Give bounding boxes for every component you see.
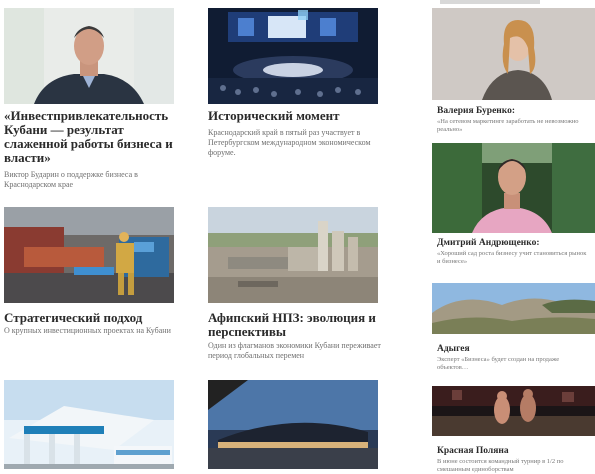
sidebar-title-1[interactable]: Валерия Буренко: bbox=[437, 106, 592, 117]
refinery-image bbox=[208, 207, 378, 303]
article-image-3[interactable] bbox=[4, 207, 174, 303]
article-title-3[interactable]: Стратегический подход bbox=[4, 311, 184, 325]
sidebar-image-4[interactable] bbox=[432, 386, 595, 436]
portrait-woman-image bbox=[432, 8, 595, 100]
conference-hall-image bbox=[208, 8, 378, 104]
sidebar-desc-1: «На сетевом маркетинге заработать не нев… bbox=[437, 118, 579, 133]
sidebar-title-3[interactable]: Адыгея bbox=[437, 344, 592, 355]
article-title-4[interactable]: Афипский НПЗ: эволюция и перспективы bbox=[208, 311, 393, 339]
sidebar-image-2[interactable] bbox=[432, 143, 595, 233]
gas-station-image bbox=[4, 380, 174, 469]
sidebar-desc-4: В июне состоится командный турнир в 1/2 … bbox=[437, 458, 564, 473]
portrait-man-pink-shirt-image bbox=[432, 143, 595, 233]
article-title-2[interactable]: Исторический момент bbox=[208, 109, 388, 123]
article-desc-3: О крупных инвестиционных проектах на Куб… bbox=[4, 326, 171, 335]
sidebar-image-1[interactable] bbox=[432, 8, 595, 100]
article-desc-1: Виктор Бударин о поддержке бизнеса в Кра… bbox=[4, 170, 138, 189]
article-image-4[interactable] bbox=[208, 207, 378, 303]
sidebar-title-4[interactable]: Красная Поляна bbox=[437, 446, 592, 457]
mountain-landscape-image bbox=[432, 283, 595, 334]
industrial-worker-image bbox=[4, 207, 174, 303]
article-desc-4: Один из флагманов экономики Кубани переж… bbox=[208, 341, 381, 360]
article-image-6[interactable] bbox=[208, 380, 378, 469]
article-image-5[interactable] bbox=[4, 380, 174, 469]
article-title-1[interactable]: «Инвестпривлекательность Кубани — резуль… bbox=[4, 109, 184, 165]
top-divider bbox=[440, 0, 540, 4]
fighters-arena-image bbox=[432, 386, 595, 436]
portrait-man-in-suit-image bbox=[4, 8, 174, 104]
sidebar-desc-2: «Хороший сад роста бизнесу учит становит… bbox=[437, 250, 587, 265]
article-image-2[interactable] bbox=[208, 8, 378, 104]
sidebar-desc-3: Эксперт «Бизнеса» будет создан на продаж… bbox=[437, 356, 560, 371]
sidebar-image-3[interactable] bbox=[432, 283, 595, 334]
sidebar-title-2[interactable]: Дмитрий Андрющенко: bbox=[437, 238, 592, 249]
article-image-1[interactable] bbox=[4, 8, 174, 104]
airport-terminal-image bbox=[208, 380, 378, 469]
article-desc-2: Краснодарский край в пятый раз участвует… bbox=[208, 128, 371, 157]
